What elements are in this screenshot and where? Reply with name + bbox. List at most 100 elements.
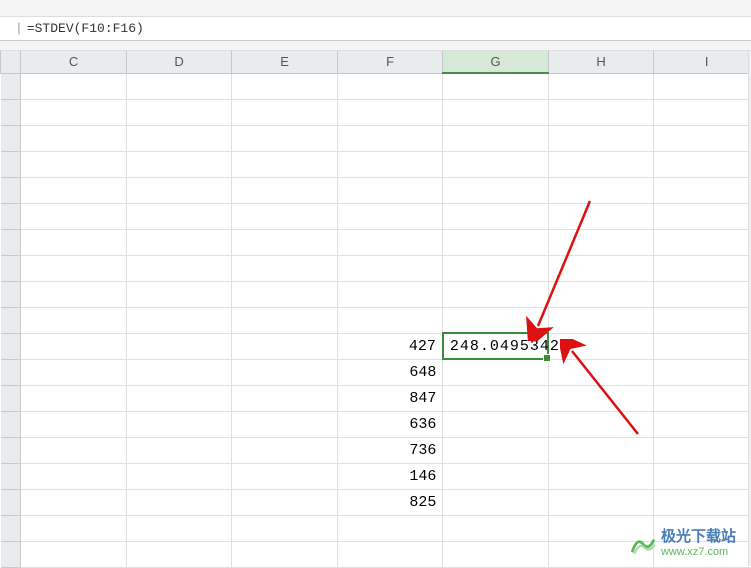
cell[interactable] (21, 463, 127, 489)
cell[interactable] (232, 255, 338, 281)
col-header-i[interactable]: I (654, 51, 751, 73)
cell[interactable] (21, 489, 127, 515)
cell[interactable] (443, 203, 549, 229)
cell-f-data[interactable]: 736 (337, 437, 443, 463)
cell[interactable] (548, 307, 654, 333)
cell[interactable] (21, 255, 127, 281)
row-header[interactable] (1, 177, 21, 203)
row-header[interactable] (1, 411, 21, 437)
cell[interactable] (126, 177, 232, 203)
cell[interactable] (232, 333, 338, 359)
cell[interactable] (654, 177, 751, 203)
cell[interactable] (548, 463, 654, 489)
cell[interactable] (337, 125, 443, 151)
cell[interactable] (654, 281, 751, 307)
cell[interactable] (654, 151, 751, 177)
select-all-corner[interactable] (1, 51, 21, 73)
cell[interactable] (232, 463, 338, 489)
cell[interactable] (548, 385, 654, 411)
cell[interactable] (232, 437, 338, 463)
cell[interactable] (337, 99, 443, 125)
cell[interactable] (548, 177, 654, 203)
cell[interactable] (126, 411, 232, 437)
cell[interactable] (548, 151, 654, 177)
col-header-d[interactable]: D (126, 51, 232, 73)
cell[interactable] (654, 359, 751, 385)
cell[interactable] (232, 99, 338, 125)
cell[interactable] (126, 437, 232, 463)
cell[interactable] (548, 229, 654, 255)
cell[interactable] (126, 463, 232, 489)
cell[interactable] (232, 307, 338, 333)
cell[interactable] (337, 541, 443, 567)
cell[interactable] (21, 229, 127, 255)
cell[interactable] (443, 463, 549, 489)
cell[interactable] (232, 281, 338, 307)
row-header[interactable] (1, 541, 21, 567)
cell[interactable] (548, 255, 654, 281)
cell[interactable] (21, 307, 127, 333)
cell[interactable] (443, 385, 549, 411)
cell[interactable] (443, 73, 549, 99)
col-header-g[interactable]: G (443, 51, 549, 73)
cell[interactable] (654, 515, 751, 541)
cell[interactable] (21, 281, 127, 307)
cell[interactable] (337, 229, 443, 255)
cell[interactable] (232, 359, 338, 385)
cell[interactable] (232, 385, 338, 411)
cell[interactable] (654, 203, 751, 229)
cell[interactable] (443, 229, 549, 255)
cell[interactable] (21, 385, 127, 411)
cell[interactable] (443, 255, 549, 281)
cell[interactable] (21, 73, 127, 99)
cell-f-data[interactable]: 825 (337, 489, 443, 515)
row-header[interactable] (1, 281, 21, 307)
cell[interactable] (548, 515, 654, 541)
cell[interactable] (126, 359, 232, 385)
cell[interactable] (126, 229, 232, 255)
cell[interactable] (21, 359, 127, 385)
cell[interactable] (443, 307, 549, 333)
row-header[interactable] (1, 307, 21, 333)
cell[interactable] (126, 99, 232, 125)
row-header[interactable] (1, 255, 21, 281)
cell[interactable] (232, 177, 338, 203)
cell[interactable] (654, 73, 751, 99)
cell-f-data[interactable]: 427 (337, 333, 443, 359)
cell-selected[interactable]: 248.0495342 (443, 333, 549, 359)
cell[interactable] (548, 437, 654, 463)
cell[interactable] (21, 411, 127, 437)
col-header-h[interactable]: H (548, 51, 654, 73)
cell[interactable] (232, 411, 338, 437)
cell[interactable] (654, 255, 751, 281)
cell[interactable] (126, 515, 232, 541)
cell-f-data[interactable]: 636 (337, 411, 443, 437)
row-header[interactable] (1, 437, 21, 463)
cell[interactable] (654, 125, 751, 151)
cell[interactable] (548, 203, 654, 229)
cell[interactable] (443, 151, 549, 177)
cell[interactable] (126, 541, 232, 567)
cell[interactable] (548, 125, 654, 151)
cell[interactable] (126, 125, 232, 151)
row-header[interactable] (1, 463, 21, 489)
row-header[interactable] (1, 489, 21, 515)
row-header[interactable] (1, 99, 21, 125)
row-header[interactable] (1, 151, 21, 177)
row-header[interactable] (1, 203, 21, 229)
cell[interactable] (232, 489, 338, 515)
cell[interactable] (126, 73, 232, 99)
col-header-c[interactable]: C (21, 51, 127, 73)
cell[interactable] (337, 177, 443, 203)
cell[interactable] (548, 73, 654, 99)
cell[interactable] (548, 411, 654, 437)
cell[interactable] (654, 99, 751, 125)
cell[interactable] (337, 151, 443, 177)
cell[interactable] (337, 255, 443, 281)
row-header[interactable] (1, 125, 21, 151)
cell[interactable] (232, 229, 338, 255)
cell[interactable] (443, 125, 549, 151)
cell[interactable] (232, 73, 338, 99)
row-header[interactable] (1, 73, 21, 99)
cell-f-data[interactable]: 847 (337, 385, 443, 411)
